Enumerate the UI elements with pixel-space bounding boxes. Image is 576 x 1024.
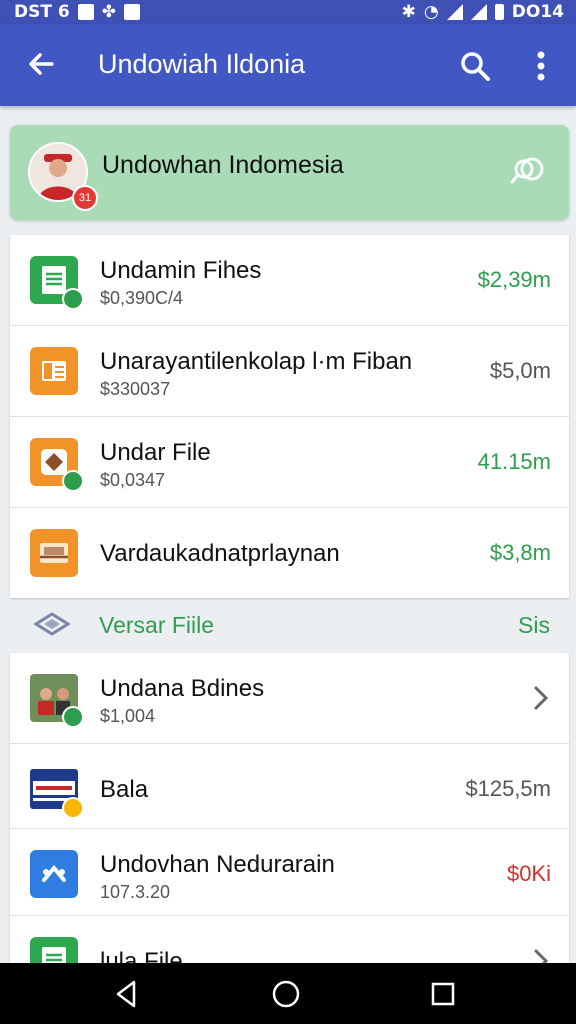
search-icon[interactable] bbox=[455, 46, 495, 86]
more-options-icon[interactable] bbox=[526, 46, 556, 86]
list-item-sub: $1,004 bbox=[100, 706, 156, 726]
list-item-sub: $0,390C/4 bbox=[100, 288, 184, 308]
status-time-left: DST 6 bbox=[14, 2, 70, 22]
list-item[interactable]: Undana Bdines $1,004 bbox=[10, 653, 569, 744]
list-item-name: Undana Bdines bbox=[100, 675, 265, 702]
diamond-icon bbox=[30, 438, 84, 492]
file-list-top: Undamin Fihes $0,390C/4 $2,39m Unarayant… bbox=[10, 235, 569, 598]
list-item-sub: 107.3.20 bbox=[100, 882, 171, 902]
list-item[interactable]: Undamin Fihes $0,390C/4 $2,39m bbox=[10, 235, 569, 326]
nav-back-icon[interactable] bbox=[110, 977, 144, 1011]
check-badge-icon bbox=[62, 288, 84, 310]
profile-card[interactable]: 31 Undowhan Indomesia bbox=[10, 125, 569, 220]
list-item[interactable]: Undar File $0,0347 41.15m bbox=[10, 417, 569, 508]
tray-icon bbox=[30, 529, 78, 577]
profile-search-icon[interactable] bbox=[508, 151, 548, 191]
sheet-icon bbox=[30, 937, 78, 963]
document-icon bbox=[30, 256, 84, 310]
app-bar: Undowiah Ildonia bbox=[0, 24, 576, 106]
check-badge-icon bbox=[62, 470, 84, 492]
list-item-amount: $0Ki bbox=[506, 861, 551, 886]
list-item-name: Undar File bbox=[100, 439, 211, 466]
back-arrow-icon[interactable] bbox=[22, 44, 62, 84]
signal-icon-2 bbox=[470, 4, 487, 20]
list-item[interactable]: Vardaukadnatprlaynan $3,8m bbox=[10, 508, 569, 598]
avatar-badge: 31 bbox=[72, 185, 98, 211]
list-item-sub: $330037 bbox=[100, 379, 171, 399]
list-item[interactable]: Undovhan Nedurarain 107.3.20 $0Ki bbox=[10, 829, 569, 916]
wifi-icon: ◔ bbox=[423, 2, 439, 22]
list-item-sub: $0,0347 bbox=[100, 470, 166, 490]
list-item-amount: $2,39m bbox=[477, 267, 551, 292]
nav-recents-icon[interactable] bbox=[426, 977, 460, 1011]
list-item-name: Vardaukadnatprlaynan bbox=[100, 540, 340, 567]
list-item[interactable]: Bala $125,5m bbox=[10, 744, 569, 829]
list-item-name: Undovhan Nedurarain bbox=[100, 851, 335, 878]
section-title: Versar Fiile bbox=[99, 612, 215, 638]
list-item-name: Unarayantilenkolap l·m Fiban bbox=[100, 348, 413, 375]
layers-icon bbox=[33, 612, 71, 636]
bluetooth-icon: ✱ bbox=[401, 2, 416, 22]
profile-name: Undowhan Indomesia bbox=[102, 151, 344, 179]
section-meta: Sis bbox=[518, 612, 550, 638]
status-time-right: DO14 bbox=[511, 2, 564, 22]
list-item[interactable]: lula File bbox=[10, 916, 569, 963]
list-item-amount: $3,8m bbox=[489, 540, 551, 565]
list-item-amount: $125,5m bbox=[465, 776, 551, 801]
sync-icon: ✤ bbox=[101, 2, 116, 22]
app-notification-icon bbox=[123, 4, 140, 20]
check-badge-icon bbox=[62, 706, 84, 728]
card-icon bbox=[30, 347, 78, 395]
file-list-bottom: Undana Bdines $1,004 Bala $125,5m Undovh… bbox=[10, 653, 569, 963]
ticket-icon bbox=[30, 765, 84, 819]
nav-home-icon[interactable] bbox=[269, 977, 303, 1011]
photo-icon bbox=[30, 674, 84, 728]
list-item-name: Undamin Fihes bbox=[100, 257, 262, 284]
list-item-amount: 41.15m bbox=[477, 449, 551, 474]
battery-icon bbox=[494, 4, 504, 20]
chevron-right-icon[interactable] bbox=[531, 683, 551, 713]
app-icon bbox=[30, 850, 78, 898]
chevron-right-icon[interactable] bbox=[531, 946, 551, 963]
section-header[interactable]: Versar Fiile Sis bbox=[0, 598, 576, 652]
system-nav-bar bbox=[0, 963, 576, 1024]
list-item-amount: $5,0m bbox=[489, 358, 551, 383]
star-badge-icon bbox=[62, 797, 84, 819]
signal-icon bbox=[446, 4, 463, 20]
notification-icon bbox=[77, 4, 94, 20]
list-item[interactable]: Unarayantilenkolap l·m Fiban $330037 $5,… bbox=[10, 326, 569, 417]
app-bar-title: Undowiah Ildonia bbox=[98, 49, 306, 79]
list-item-name: lula File bbox=[100, 948, 183, 963]
list-item-name: Bala bbox=[100, 776, 149, 803]
status-bar: DST 6 ✤ ✱ ◔ DO14 bbox=[0, 0, 576, 24]
